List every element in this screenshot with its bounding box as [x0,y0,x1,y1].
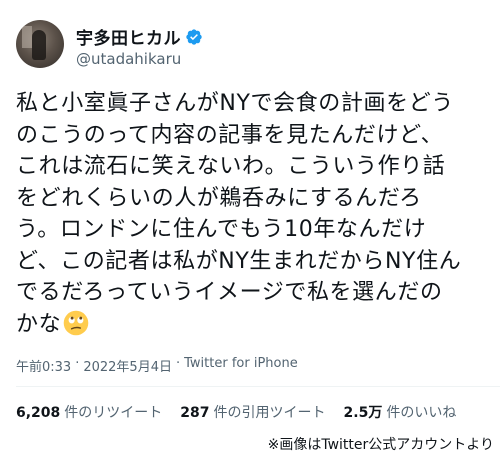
tweet-card: 宇多田ヒカル @utadahikaru 私と小室眞子さんがNYで会食の計画をどう… [0,0,500,460]
tweet-line: をどれくらいの人が鵜呑みにするんだろ [16,185,422,211]
user-handle[interactable]: @utadahikaru [76,50,181,68]
meta-separator: · [175,356,181,371]
verified-badge-icon [186,28,202,45]
face-with-rolling-eyes-emoji-icon [63,310,89,335]
retweets-stat[interactable]: 6,208 件のリツイート [16,402,162,422]
likes-label: 件のいいね [386,405,457,421]
tweet-line: のこうのって内容の記事を見たんだけど、 [16,122,444,148]
tweet-stats: 6,208 件のリツイート 287 件の引用ツイート 2.5万 件のいいね [16,402,474,422]
tweet-line: これは流石に笑えないわ。こういう作り話 [16,154,446,179]
tweet-line: かな [16,311,62,337]
avatar[interactable] [16,20,64,68]
meta-separator: · [75,356,80,371]
retweets-count: 6,208 [16,405,61,421]
tweet-time[interactable]: 午前0:33 [16,356,71,375]
tweet-meta: 午前0:33 · 2022年5月4日 · Twitter for iPhone [16,356,298,375]
quotes-stat[interactable]: 287 件の引用ツイート [180,402,325,422]
tweet-line: でるだろっていうイメージで私を選んだの [16,280,443,305]
tweet-date[interactable]: 2022年5月4日 [83,356,172,375]
user-name-row: 宇多田ヒカル [76,24,203,49]
tweet-line: ど、この記者は私がNY生まれだからNY住ん [16,248,462,274]
avatar-background [22,26,32,48]
tweet-line: う。ロンドンに住んでもう10年なんだけ [16,217,427,242]
quotes-label: 件の引用ツイート [213,405,326,421]
tweet-client[interactable]: Twitter for iPhone [184,356,298,375]
quotes-count: 287 [180,405,210,421]
divider [16,386,500,387]
likes-count: 2.5万 [343,405,383,421]
display-name[interactable]: 宇多田ヒカル [76,24,181,49]
tweet-line: 私と小室眞子さんがNYで会食の計画をどう [16,91,454,116]
likes-stat[interactable]: 2.5万 件のいいね [344,402,457,422]
avatar-figure [32,30,46,60]
retweets-label: 件のリツイート [64,405,163,421]
image-source-note: ※画像はTwitter公式アカウントより [267,437,494,453]
tweet-text: 私と小室眞子さんがNYで会食の計画をどう のこうのって内容の記事を見たんだけど、… [16,88,492,340]
